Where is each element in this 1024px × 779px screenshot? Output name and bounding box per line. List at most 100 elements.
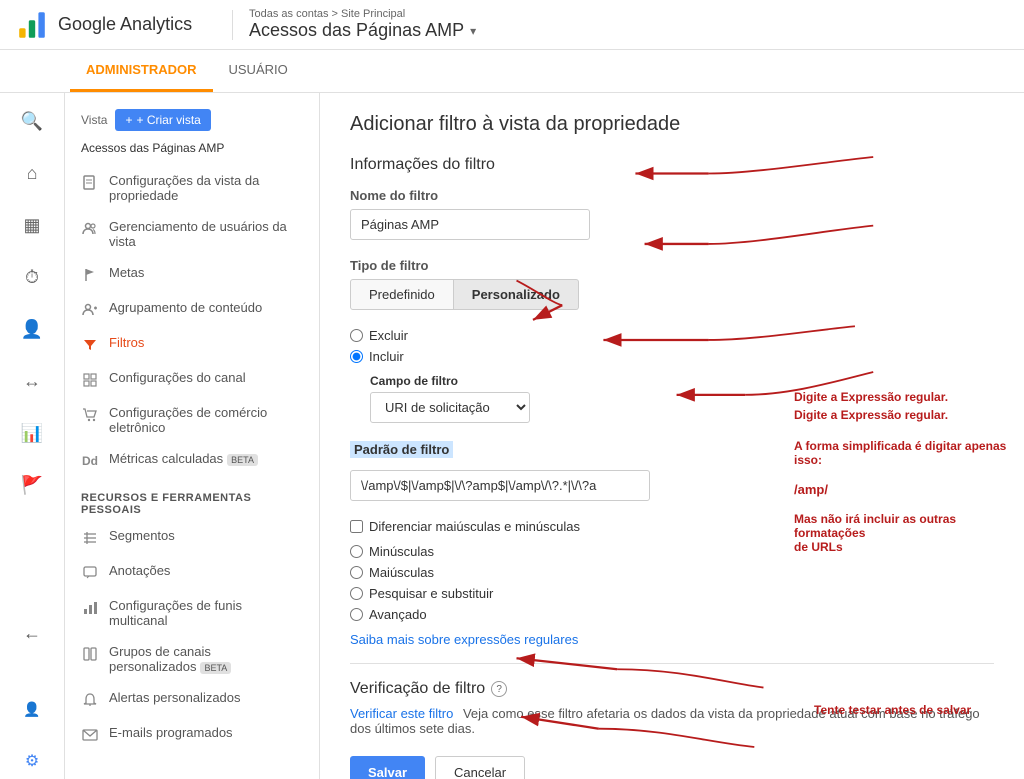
sidebar-item-config-canal[interactable]: Configurações do canal — [65, 362, 319, 397]
top-bar: Google Analytics Todas as contas > Site … — [0, 0, 1024, 50]
search-icon-btn[interactable]: 🔍 — [14, 103, 50, 139]
settings-icon-btn[interactable]: ⚙ — [14, 743, 50, 779]
radio-pesquisar-input[interactable] — [350, 587, 363, 600]
breadcrumb-chevron-icon[interactable]: ▾ — [470, 24, 476, 38]
person-add-icon — [81, 301, 99, 319]
create-view-label: + Criar vista — [136, 113, 200, 127]
sidebar-item-gerenciar-usuarios[interactable]: Gerenciamento de usuários da vista — [65, 211, 319, 257]
person-icon-btn[interactable]: 👤 — [14, 311, 50, 347]
sidebar-item-segmentos[interactable]: Segmentos — [65, 520, 319, 555]
radio-incluir-input[interactable] — [350, 350, 363, 363]
campo-label: Campo de filtro — [370, 374, 994, 388]
sidebar-item-alertas-label: Alertas personalizados — [109, 690, 241, 705]
sidebar-item-anotacoes[interactable]: Anotações — [65, 555, 319, 590]
help-icon[interactable]: ? — [491, 681, 507, 697]
filter-type-buttons: Predefinido Personalizado — [350, 279, 994, 310]
sidebar-item-filtros[interactable]: Filtros — [65, 327, 319, 362]
sidebar-item-config-vista[interactable]: Configurações da vista da propriedade — [65, 165, 319, 211]
radio-maiusculas-input[interactable] — [350, 566, 363, 579]
nav-divider — [232, 10, 233, 40]
radio-minusculas-input[interactable] — [350, 545, 363, 558]
dashboard-icon-btn[interactable]: ▦ — [14, 207, 50, 243]
padrao-label: Padrão de filtro — [350, 441, 453, 458]
sidebar-item-metas-label: Metas — [109, 265, 144, 280]
radio-minusculas-label: Minúsculas — [369, 544, 434, 559]
filter-name-input[interactable] — [350, 209, 590, 240]
expressoes-link[interactable]: Saiba mais sobre expressões regulares — [350, 632, 578, 647]
groups-icon — [81, 645, 99, 663]
sidebar-item-metricas[interactable]: Dd Métricas calculadasBETA — [65, 443, 319, 478]
verificar-link[interactable]: Verificar este filtro — [350, 706, 453, 721]
radio-incluir[interactable]: Incluir — [350, 349, 994, 364]
clock-icon-btn[interactable]: ⏱ — [14, 259, 50, 295]
filter-name-group: Nome do filtro — [350, 188, 994, 240]
bell-icon — [81, 691, 99, 709]
cancel-button[interactable]: Cancelar — [435, 756, 525, 779]
flag-icon-btn[interactable]: 🚩 — [14, 467, 50, 503]
bar-chart-icon-btn[interactable]: 📊 — [14, 415, 50, 451]
cart-icon — [81, 406, 99, 424]
sidebar-item-agrupamento[interactable]: Agrupamento de conteúdo — [65, 292, 319, 327]
sidebar-item-config-comercio-label: Configurações de comércio eletrônico — [109, 405, 303, 435]
radio-maiusculas-label: Maiúsculas — [369, 565, 434, 580]
sidebar-item-anotacoes-label: Anotações — [109, 563, 170, 578]
sidebar-item-alertas[interactable]: Alertas personalizados — [65, 682, 319, 717]
sidebar-item-grupos-canais[interactable]: Grupos de canais personalizadosBETA — [65, 636, 319, 682]
filter-info-title: Informações do filtro — [350, 156, 994, 174]
icon-sidebar: 🔍 ⌂ ▦ ⏱ 👤 ↔ 📊 🚩 ← 👤 ⚙ — [0, 93, 65, 779]
tab-administrador[interactable]: ADMINISTRADOR — [70, 50, 213, 92]
people-icon — [81, 220, 99, 238]
annotation-padrao-text2: A forma simplificada é digitar apenas is… — [794, 439, 1014, 467]
sidebar-item-funis-label: Configurações de funis multicanal — [109, 598, 303, 628]
sidebar-item-config-vista-label: Configurações da vista da propriedade — [109, 173, 303, 203]
main-content: Adicionar filtro à vista da propriedade … — [320, 93, 1024, 779]
sidebar-vista-label: Vista — [81, 113, 107, 127]
sidebar-item-metas[interactable]: Metas — [65, 257, 319, 292]
sidebar-item-config-canal-label: Configurações do canal — [109, 370, 246, 385]
arrows-icon-btn[interactable]: ↔ — [14, 363, 50, 399]
save-button[interactable]: Salvar — [350, 756, 425, 779]
sidebar-item-agrupamento-label: Agrupamento de conteúdo — [109, 300, 262, 315]
breadcrumb-title: Acessos das Páginas AMP — [249, 20, 464, 41]
sidebar-header: Vista + + Criar vista — [65, 105, 319, 139]
expressoes-link-group: Saiba mais sobre expressões regulares — [350, 632, 994, 647]
sidebar-item-emails[interactable]: E-mails programados — [65, 717, 319, 752]
maiusculas-checkbox[interactable] — [350, 520, 363, 533]
verificacao-title-group: Verificação de filtro ? — [350, 680, 994, 698]
filter-type-predefined-btn[interactable]: Predefinido — [350, 279, 454, 310]
create-view-button[interactable]: + + Criar vista — [115, 109, 210, 131]
annotation-padrao: Digite a Expressão regular. Digite a Exp… — [794, 388, 1014, 554]
radio-avancado-input[interactable] — [350, 608, 363, 621]
logo-area: Google Analytics — [16, 9, 216, 41]
grupos-badge: BETA — [200, 662, 231, 674]
radio-avancado[interactable]: Avançado — [350, 607, 994, 622]
section-divider — [350, 663, 994, 664]
chart-icon — [81, 599, 99, 617]
user-circle-icon-btn[interactable]: 👤 — [14, 691, 50, 727]
sidebar-item-metricas-label: Métricas calculadasBETA — [109, 451, 258, 466]
radio-excluir-label: Excluir — [369, 328, 408, 343]
radio-incluir-label: Incluir — [369, 349, 404, 364]
filter-name-label: Nome do filtro — [350, 188, 994, 203]
sidebar-item-grupos-canais-label: Grupos de canais personalizadosBETA — [109, 644, 303, 674]
campo-select[interactable]: URI de solicitação — [370, 392, 530, 423]
maiusculas-label: Diferenciar maiúsculas e minúsculas — [369, 519, 580, 534]
home-icon-btn[interactable]: ⌂ — [14, 155, 50, 191]
radio-pesquisar[interactable]: Pesquisar e substituir — [350, 586, 994, 601]
radio-maiusculas[interactable]: Maiúsculas — [350, 565, 994, 580]
radio-excluir[interactable]: Excluir — [350, 328, 994, 343]
annotation-padrao-text4: de URLs — [794, 540, 1014, 554]
action-buttons: Salvar Cancelar — [350, 756, 994, 779]
filter-type-custom-btn[interactable]: Personalizado — [454, 279, 579, 310]
sidebar-item-config-comercio[interactable]: Configurações de comércio eletrônico — [65, 397, 319, 443]
radio-excluir-input[interactable] — [350, 329, 363, 342]
sidebar-item-gerenciar-label: Gerenciamento de usuários da vista — [109, 219, 303, 249]
padrao-input[interactable] — [350, 470, 650, 501]
sidebar-item-funis[interactable]: Configurações de funis multicanal — [65, 590, 319, 636]
tab-usuario[interactable]: USUÁRIO — [213, 50, 304, 92]
annotation-padrao-text3: Mas não irá incluir as outras formataçõe… — [794, 512, 1014, 540]
annotation-testar-text: Tente testar antes de salvar — [814, 703, 1014, 717]
filter-type-group: Tipo de filtro Predefinido Personalizado — [350, 258, 994, 310]
back-icon-btn[interactable]: ← — [14, 615, 50, 651]
filter-icon — [81, 336, 99, 354]
